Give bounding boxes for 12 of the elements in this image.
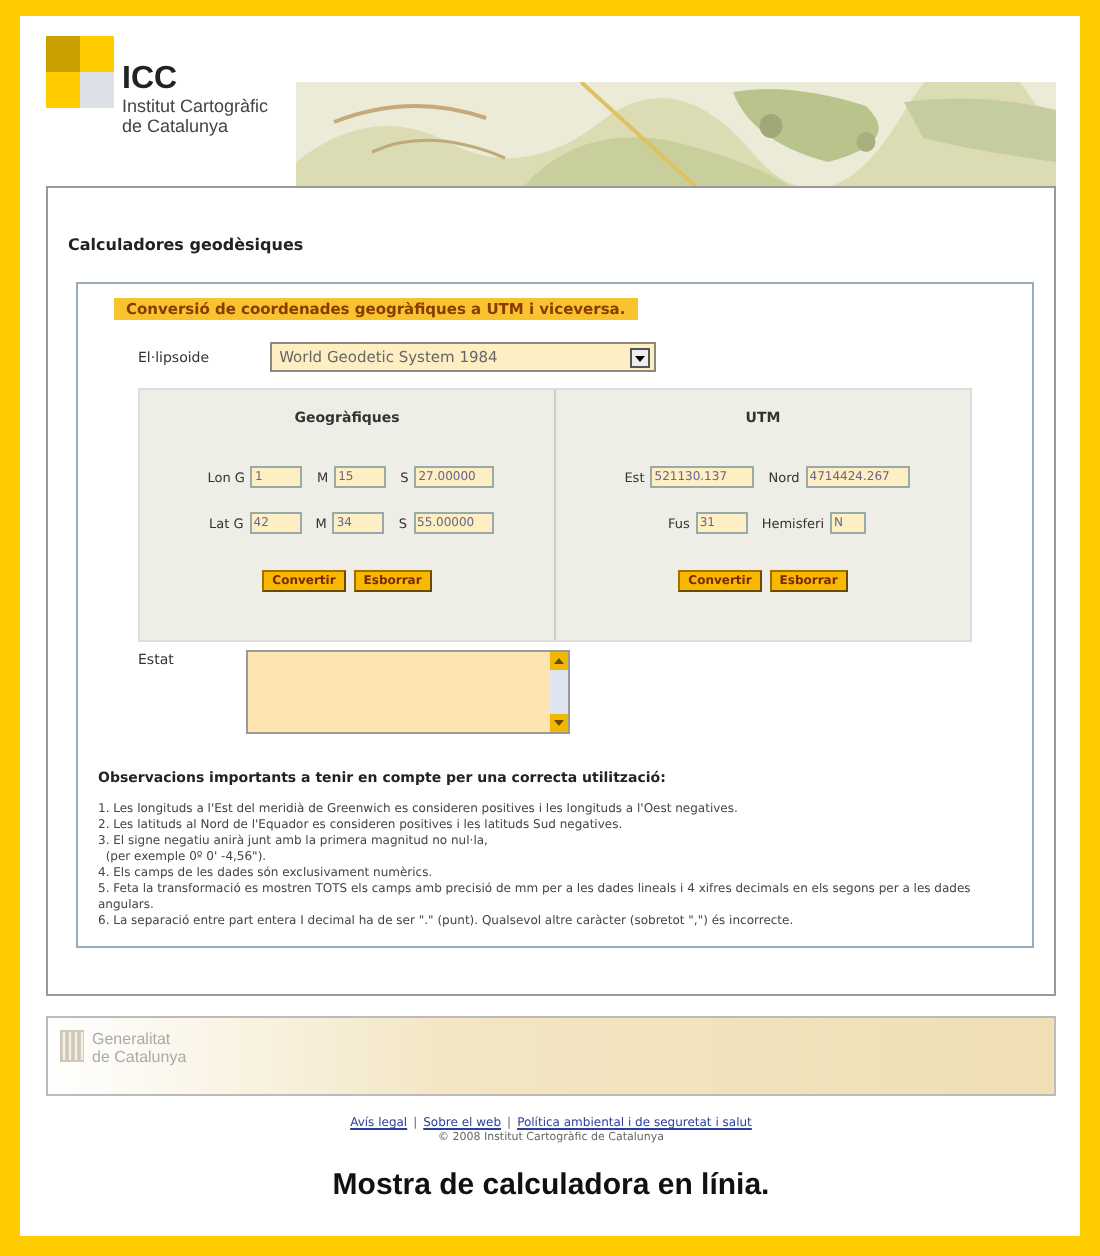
emblem-icon [60, 1030, 84, 1062]
logo-name: Institut Cartogràfic [122, 96, 269, 116]
scroll-down-icon[interactable] [549, 714, 568, 732]
logo-abbreviation: ICC [122, 64, 180, 96]
brand-name: Generalitat [92, 1030, 173, 1048]
figure-caption: Mostra de calculadora en línia. [330, 1168, 772, 1202]
logo-name: de Catalunya [122, 116, 231, 136]
page-title: Calculadores geodèsiques [68, 236, 306, 254]
brand-name: de Catalunya [92, 1048, 187, 1066]
scrollbar[interactable] [549, 652, 568, 732]
logo-icon [46, 36, 114, 108]
scroll-up-icon[interactable] [549, 652, 568, 670]
